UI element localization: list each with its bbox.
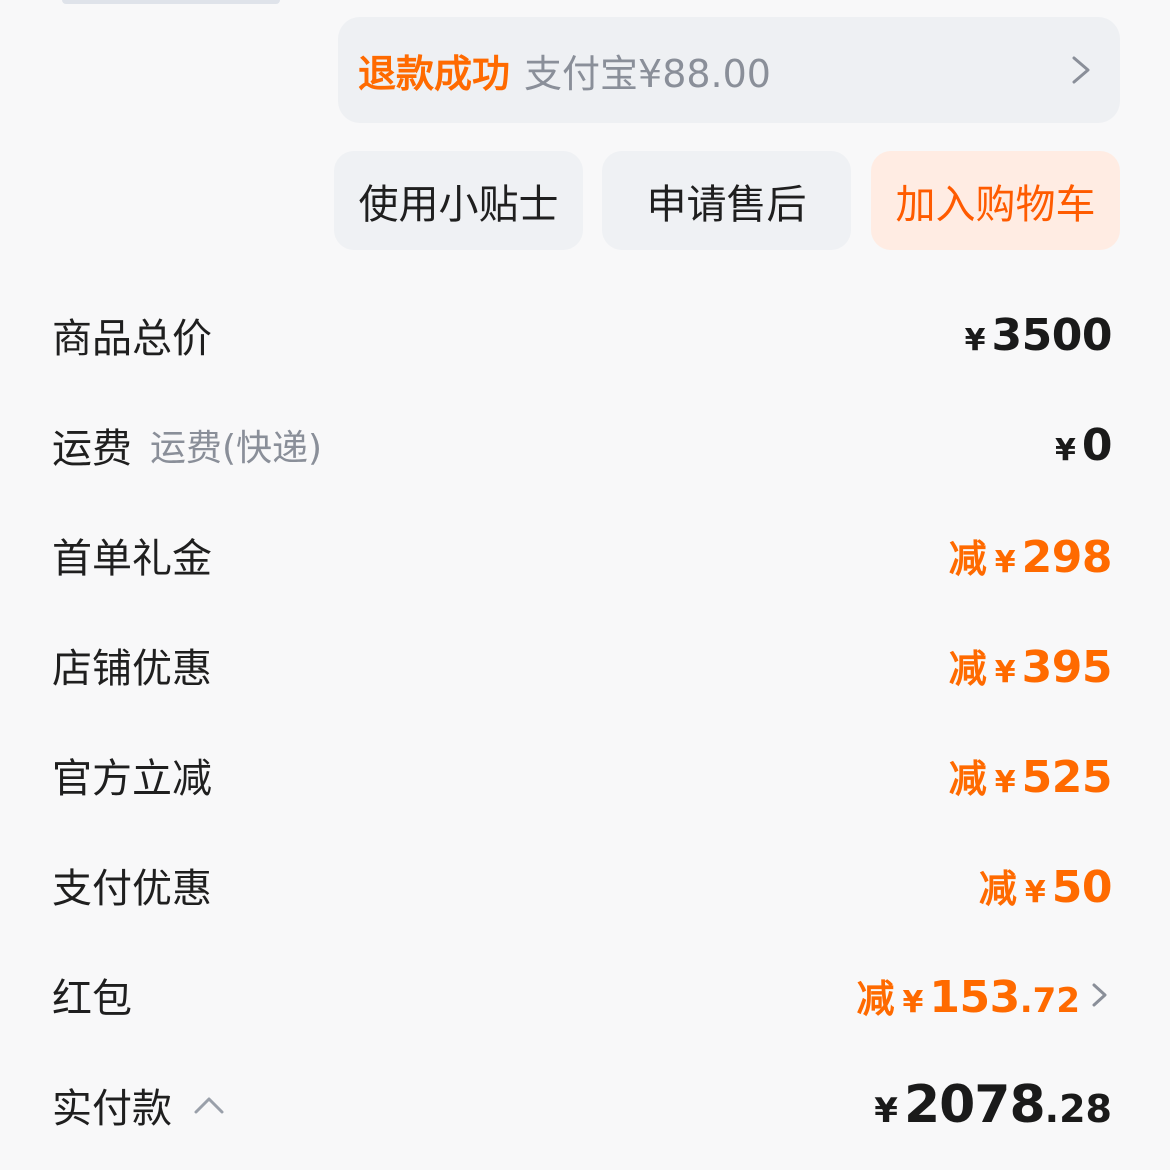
refund-detail-text: 支付宝¥88.00 <box>524 51 771 96</box>
actual-paid-value: ¥ 2078 .28 <box>874 1075 1112 1135</box>
shipping-value: ¥ 0 <box>1055 419 1113 471</box>
total-price-label: 商品总价 <box>52 316 212 362</box>
payment-discount-amount: 50 <box>1051 861 1113 913</box>
actual-paid-amount: 2078 <box>903 1075 1046 1135</box>
currency-symbol: ¥ <box>994 764 1016 800</box>
currency-symbol: ¥ <box>874 1091 898 1131</box>
row-store-discount: 店铺优惠 减 ¥ 395 <box>52 630 1113 700</box>
first-order-amount: 298 <box>1021 531 1113 583</box>
minus-label: 减 <box>948 646 987 691</box>
payment-discount-label: 支付优惠 <box>52 866 212 912</box>
currency-symbol: ¥ <box>1055 432 1076 468</box>
minus-label: 减 <box>948 756 987 801</box>
total-price-value: ¥ 3500 <box>964 309 1113 361</box>
row-shipping: 运费 运费(快递) ¥ 0 <box>52 410 1113 480</box>
row-actual-paid: 实付款 ¥ 2078 .28 <box>52 1070 1112 1140</box>
row-total-price: 商品总价 ¥ 3500 <box>52 300 1113 370</box>
actual-paid-decimal: .28 <box>1044 1087 1112 1131</box>
order-detail-page: 退款成功 支付宝¥88.00 使用小贴士 申请售后 加入购物车 商品总价 ¥ 3… <box>0 0 1170 1170</box>
store-discount-label: 店铺优惠 <box>52 646 212 692</box>
official-discount-value: 减 ¥ 525 <box>948 748 1113 803</box>
official-discount-amount: 525 <box>1021 751 1113 803</box>
chevron-right-icon <box>1072 56 1090 84</box>
row-red-packet[interactable]: 红包 减 ¥ 153 .72 <box>52 960 1112 1030</box>
red-packet-label: 红包 <box>52 976 132 1022</box>
shipping-label: 运费 <box>52 426 132 472</box>
currency-symbol: ¥ <box>1024 874 1046 910</box>
minus-label: 减 <box>978 866 1017 911</box>
red-packet-decimal: .72 <box>1019 980 1080 1021</box>
shipping-sublabel: 运费(快递) <box>150 428 323 469</box>
red-packet-value: 减 ¥ 153 .72 <box>857 968 1112 1023</box>
total-price-amount: 3500 <box>991 309 1113 361</box>
official-discount-label: 官方立减 <box>52 756 212 802</box>
currency-symbol: ¥ <box>994 544 1016 580</box>
minus-label: 减 <box>856 976 895 1021</box>
row-payment-discount: 支付优惠 减 ¥ 50 <box>52 850 1113 920</box>
payment-discount-value: 减 ¥ 50 <box>978 858 1113 913</box>
first-order-label: 首单礼金 <box>52 536 212 582</box>
refund-status-bar[interactable]: 退款成功 支付宝¥88.00 <box>338 17 1120 123</box>
store-discount-value: 减 ¥ 395 <box>948 638 1113 693</box>
after-sale-button[interactable]: 申请售后 <box>602 151 851 250</box>
currency-symbol: ¥ <box>902 984 924 1020</box>
tips-button[interactable]: 使用小贴士 <box>334 151 583 250</box>
first-order-value: 减 ¥ 298 <box>948 528 1113 583</box>
refund-status-text: 退款成功 <box>358 51 511 96</box>
row-official-discount: 官方立减 减 ¥ 525 <box>52 740 1113 810</box>
top-edge-divider <box>62 0 280 4</box>
actual-paid-label: 实付款 <box>52 1086 172 1132</box>
chevron-right-icon[interactable] <box>1086 980 1112 1010</box>
currency-symbol: ¥ <box>964 322 986 358</box>
row-first-order-gift: 首单礼金 减 ¥ 298 <box>52 520 1113 590</box>
add-to-cart-button[interactable]: 加入购物车 <box>871 151 1120 250</box>
minus-label: 减 <box>948 536 987 581</box>
shipping-amount: 0 <box>1081 419 1113 471</box>
currency-symbol: ¥ <box>994 654 1016 690</box>
store-discount-amount: 395 <box>1021 641 1113 693</box>
red-packet-amount: 153 <box>929 971 1020 1023</box>
chevron-up-icon[interactable] <box>192 1093 226 1117</box>
